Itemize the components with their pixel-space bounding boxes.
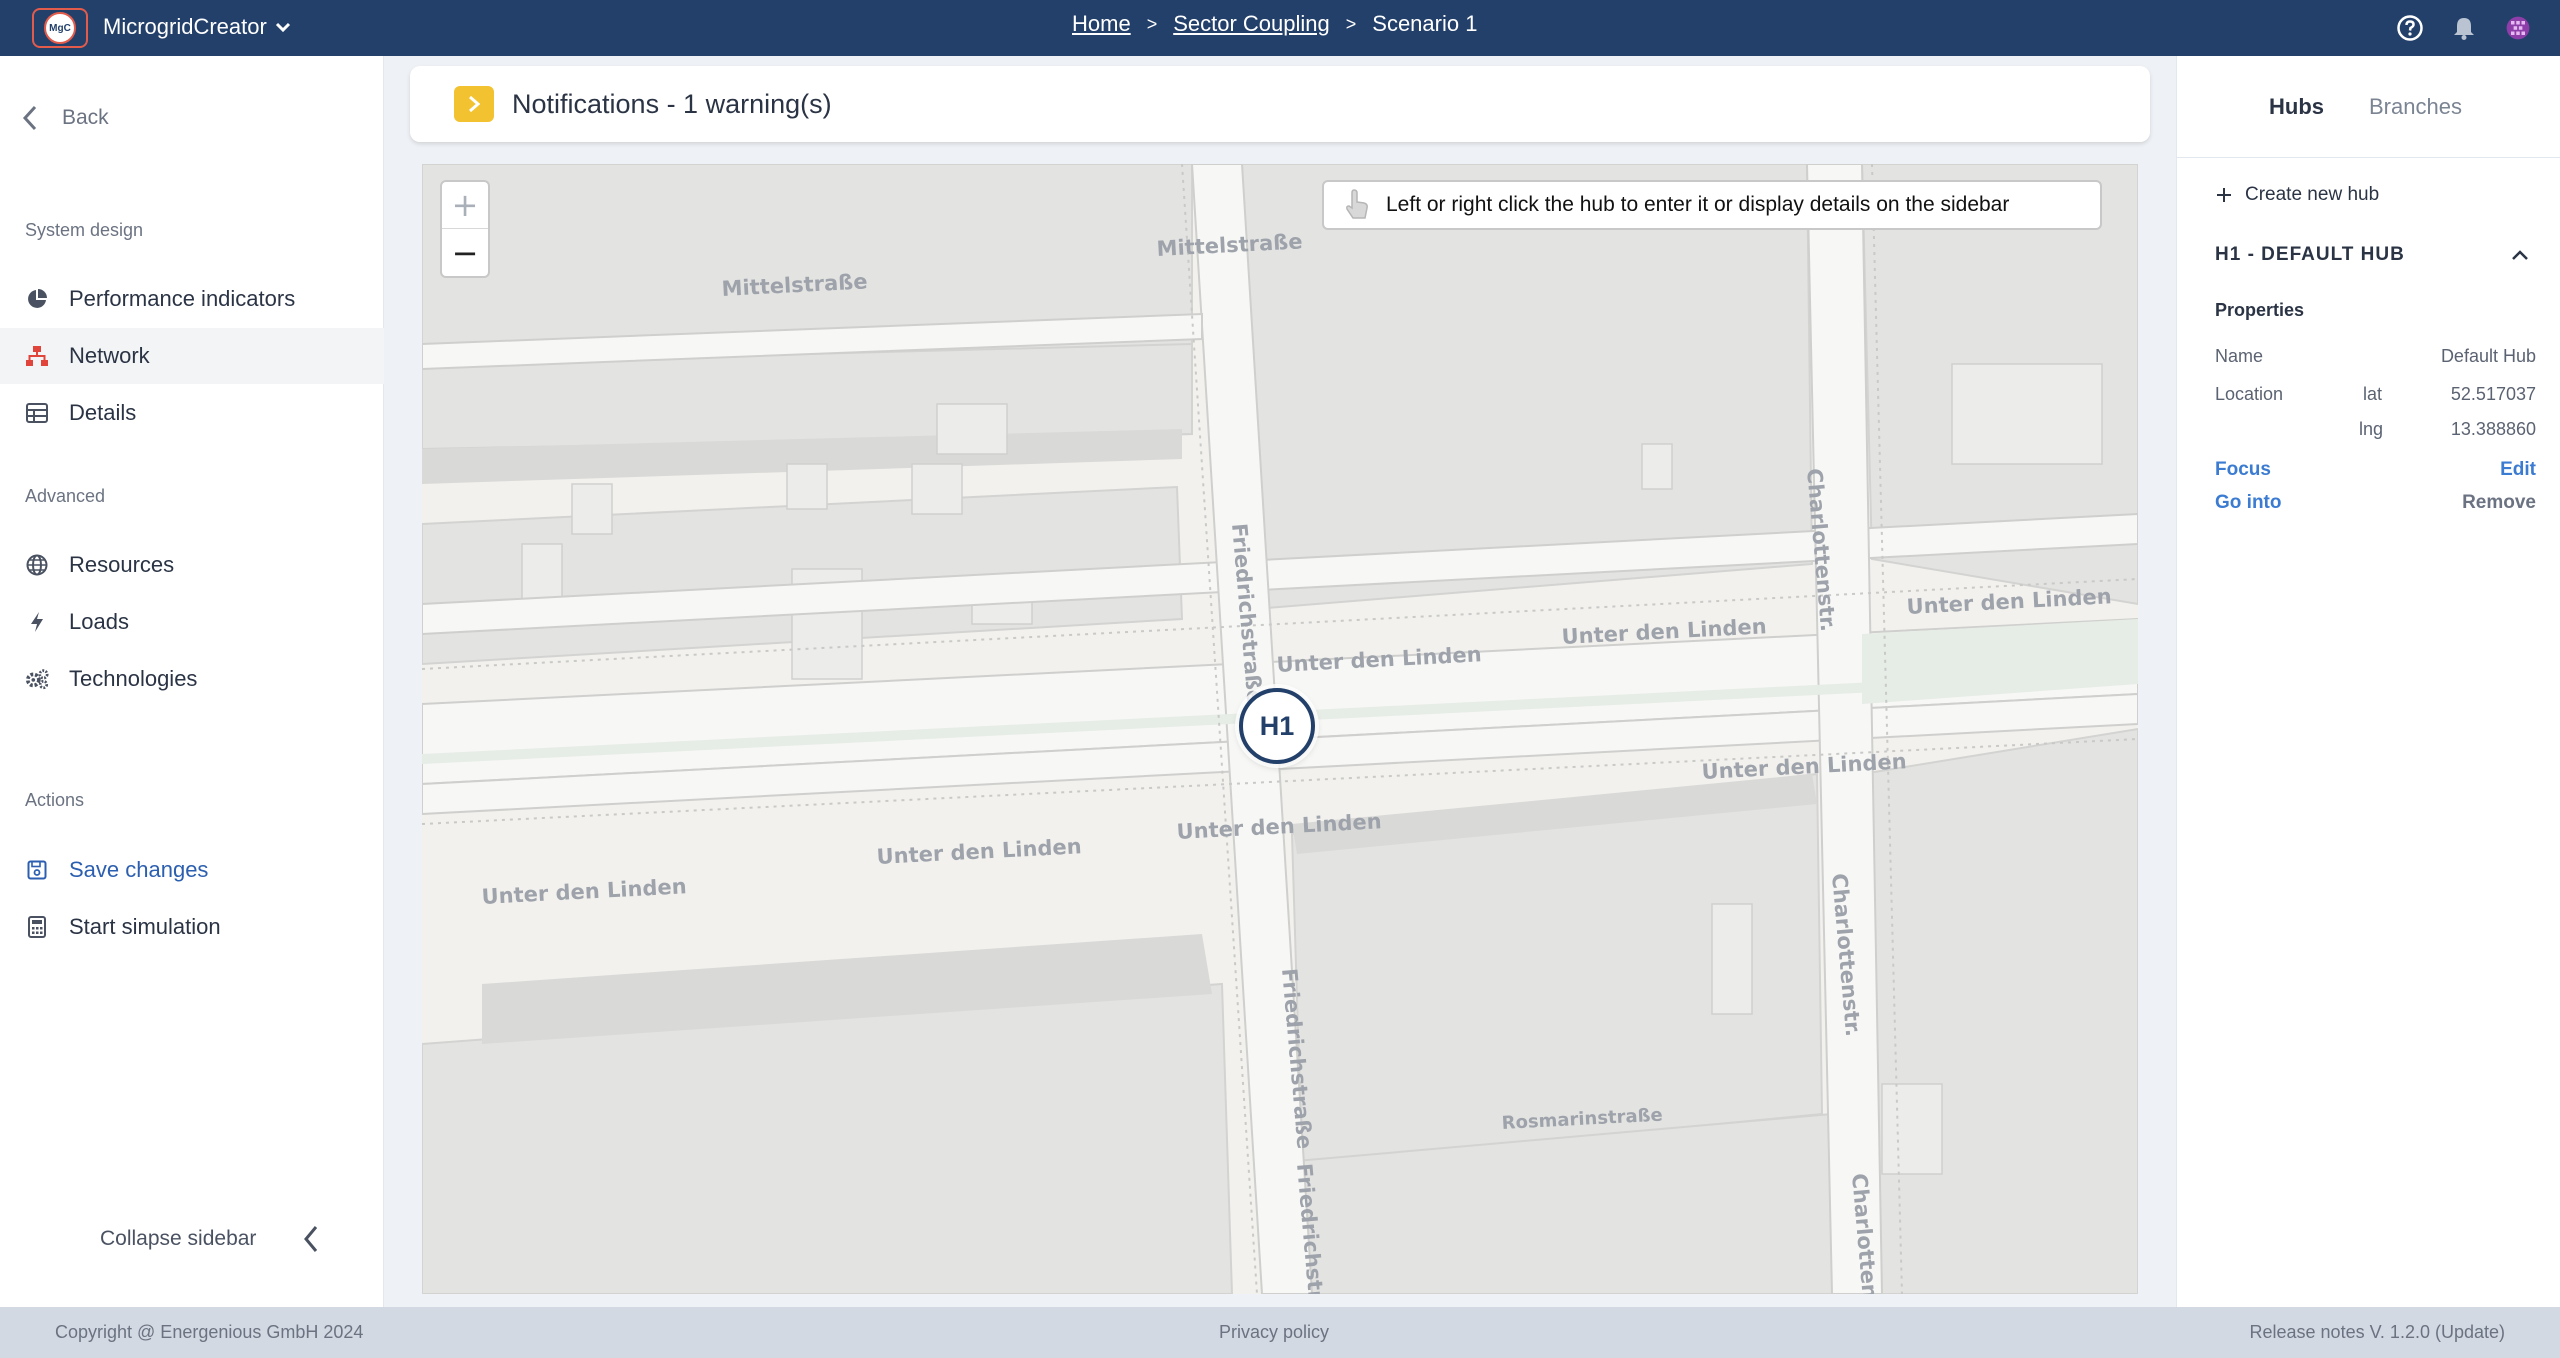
network-icon [25,344,49,368]
section-system-design: System design [25,220,144,240]
breadcrumb-separator: > [1146,13,1158,34]
app-logo[interactable]: MgC [32,8,88,48]
start-simulation-button[interactable]: Start simulation [0,899,384,955]
footer: Copyright @ Energenious GmbH 2024 Privac… [0,1307,2560,1358]
right-panel: Hubs Branches Create new hub H1 - DEFAUL… [2176,56,2560,1307]
zoom-out-button[interactable]: − [442,229,488,276]
sidebar-item-network[interactable]: Network [0,328,384,384]
back-button[interactable]: Back [20,104,109,132]
create-new-hub-label: Create new hub [2245,184,2380,205]
breadcrumb-separator: > [1345,13,1357,34]
sidebar-item-label: Network [69,343,150,368]
sidebar-item-resources[interactable]: Resources [0,537,384,593]
location-key: Location [2215,384,2284,404]
back-label: Back [62,106,109,129]
chevron-left-icon [22,105,37,131]
create-new-hub-button[interactable]: Create new hub [2215,184,2379,206]
privacy-policy-link[interactable]: Privacy policy [1219,1322,1329,1343]
properties-heading: Properties [2215,300,2305,320]
sidebar-item-label: Resources [69,552,175,577]
zoom-control: + − [440,180,490,278]
tab-branches[interactable]: Branches [2369,94,2462,120]
top-bar: MgC MicrogridCreator Home > Sector Coupl… [0,0,2560,56]
hub-title: H1 - DEFAULT HUB [2215,244,2405,265]
hub-marker-label: H1 [1259,710,1295,741]
lng-key: lng [2359,419,2384,439]
chevron-left-icon [304,1226,318,1252]
sidebar-item-label: Loads [69,609,129,634]
collapse-sidebar-label: Collapse sidebar [100,1227,257,1250]
start-simulation-label: Start simulation [69,914,221,939]
panel-tabs: Hubs Branches [2177,56,2560,158]
sidebar-item-label: Technologies [69,666,198,691]
table-icon [25,401,49,425]
sidebar-item-technologies[interactable]: Technologies [0,651,384,707]
bolt-icon [25,610,49,634]
copyright-text: Copyright @ Energenious GmbH 2024 [55,1322,364,1342]
gears-icon [25,667,49,691]
sidebar-item-performance-indicators[interactable]: Performance indicators [0,271,384,327]
sidebar-item-details[interactable]: Details [0,385,384,441]
chevron-down-icon [275,22,290,33]
breadcrumb: Home > Sector Coupling > Scenario 1 [1072,11,1477,37]
sidebar-item-label: Details [69,400,137,425]
section-actions: Actions [25,790,85,810]
remove-link[interactable]: Remove [2462,492,2536,514]
hub-accordion-header[interactable]: H1 - DEFAULT HUB [2215,244,2529,266]
name-value: Default Hub [2440,346,2536,366]
breadcrumb-sector-coupling[interactable]: Sector Coupling [1173,11,1330,37]
collapse-sidebar-button[interactable]: Collapse sidebar [100,1224,320,1254]
name-key: Name [2215,346,2264,366]
notifications-expand-button[interactable] [454,86,494,122]
save-changes-button[interactable]: Save changes [0,842,384,898]
map-hint: Left or right click the hub to enter it … [1322,180,2102,230]
go-into-link[interactable]: Go into [2215,492,2281,514]
pie-chart-icon [25,287,49,311]
help-icon[interactable] [2396,14,2424,42]
plus-icon [2217,188,2231,202]
zoom-in-button[interactable]: + [442,182,488,229]
sidebar-item-loads[interactable]: Loads [0,594,384,650]
breadcrumb-home[interactable]: Home [1072,11,1131,37]
chevron-up-icon [2512,250,2528,260]
street-label-unter-den-linden-3: Unter den Linden [1906,584,2112,619]
street-label-unter-den-linden-6: Unter den Linden [876,834,1082,869]
map-view[interactable]: Mittelstraße Mittelstraße Friedrichstraß… [422,164,2138,1294]
sidebar-item-label: Performance indicators [69,286,296,311]
calculator-icon [25,915,49,939]
focus-link[interactable]: Focus [2215,459,2271,481]
breadcrumb-current: Scenario 1 [1372,11,1478,36]
street-label-unter-den-linden-7: Unter den Linden [481,874,687,909]
section-advanced: Advanced [25,486,106,506]
tab-hubs[interactable]: Hubs [2269,94,2324,120]
lat-value: 52.517037 [2450,384,2536,404]
hub-marker-h1[interactable]: H1 [1239,688,1315,764]
release-notes-link[interactable]: Release notes V. 1.2.0 (Update) [2250,1322,2506,1343]
save-icon [25,858,49,882]
app-switcher[interactable]: MicrogridCreator [103,14,293,40]
chevron-right-icon [469,95,481,113]
notifications-title: Notifications - 1 warning(s) [512,88,832,119]
globe-icon [25,553,49,577]
sidebar: Back System design Performance indicator… [0,56,384,1307]
edit-link[interactable]: Edit [2500,459,2536,481]
bell-icon[interactable] [2450,14,2478,42]
hand-pointer-icon [1346,189,1368,219]
app-name: MicrogridCreator [103,14,267,39]
notifications-bar: Notifications - 1 warning(s) [410,66,2150,142]
save-changes-label: Save changes [69,857,209,882]
lng-value: 13.388860 [2450,419,2536,439]
user-avatar-icon[interactable] [2504,14,2532,42]
logo-text: MgC [44,12,76,44]
map-hint-text: Left or right click the hub to enter it … [1386,193,2010,216]
lat-key: lat [2363,384,2383,404]
